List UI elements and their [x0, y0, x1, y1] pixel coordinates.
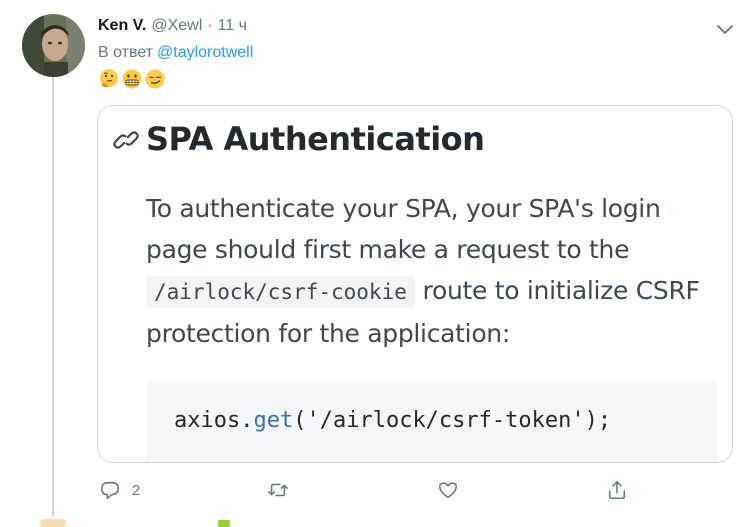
retweet-icon	[268, 483, 288, 497]
next-tweet-peek	[40, 519, 230, 527]
code-block: axios.get('/airlock/csrf-token');	[146, 380, 718, 462]
doc-paragraph: To authenticate your SPA, your SPA's log…	[146, 188, 706, 354]
link-icon	[113, 131, 139, 149]
retweet-button[interactable]	[267, 476, 289, 504]
reply-icon	[100, 481, 120, 500]
heart-icon	[438, 482, 458, 499]
inline-code: /airlock/csrf-cookie	[146, 276, 415, 308]
share-button[interactable]	[606, 476, 628, 504]
share-icon	[608, 480, 626, 500]
reply-count: 2	[132, 481, 141, 499]
tweet-text	[98, 68, 166, 90]
paragraph-text-before: To authenticate your SPA, your SPA's log…	[146, 194, 661, 264]
thread-line	[52, 76, 54, 516]
chevron-down-icon[interactable]	[714, 18, 736, 40]
grimacing-face-emoji	[122, 69, 142, 89]
author-name[interactable]: Ken V.	[98, 17, 146, 35]
separator-dot: ·	[207, 17, 213, 34]
smirking-face-emoji	[145, 69, 165, 89]
tweet-header: Ken V. @Xewl · 11 ч	[98, 14, 247, 38]
avatar[interactable]	[22, 14, 85, 77]
code-line: axios.get('/airlock/csrf-token');	[174, 408, 611, 433]
thinking-face-emoji	[100, 69, 118, 88]
reply-context: В ответ @taylorotwell	[98, 44, 253, 62]
code-object: axios.	[174, 408, 254, 433]
doc-title: SPA Authentication	[146, 120, 485, 158]
avatar-image	[22, 14, 85, 77]
reply-button[interactable]: 2	[99, 476, 140, 504]
mention-link[interactable]: @taylorotwell	[157, 44, 253, 61]
reply-prefix: В ответ	[98, 44, 154, 61]
embedded-image-card[interactable]: SPA Authentication To authenticate your …	[97, 105, 733, 463]
timestamp[interactable]: 11 ч	[218, 17, 247, 35]
like-button[interactable]	[437, 476, 459, 504]
documentation-screenshot: SPA Authentication To authenticate your …	[98, 106, 732, 462]
code-args: ('/airlock/csrf-token');	[293, 408, 612, 433]
author-handle[interactable]: @Xewl	[151, 17, 202, 35]
code-method: get	[253, 408, 294, 433]
tweet-actions: 2	[97, 476, 637, 504]
